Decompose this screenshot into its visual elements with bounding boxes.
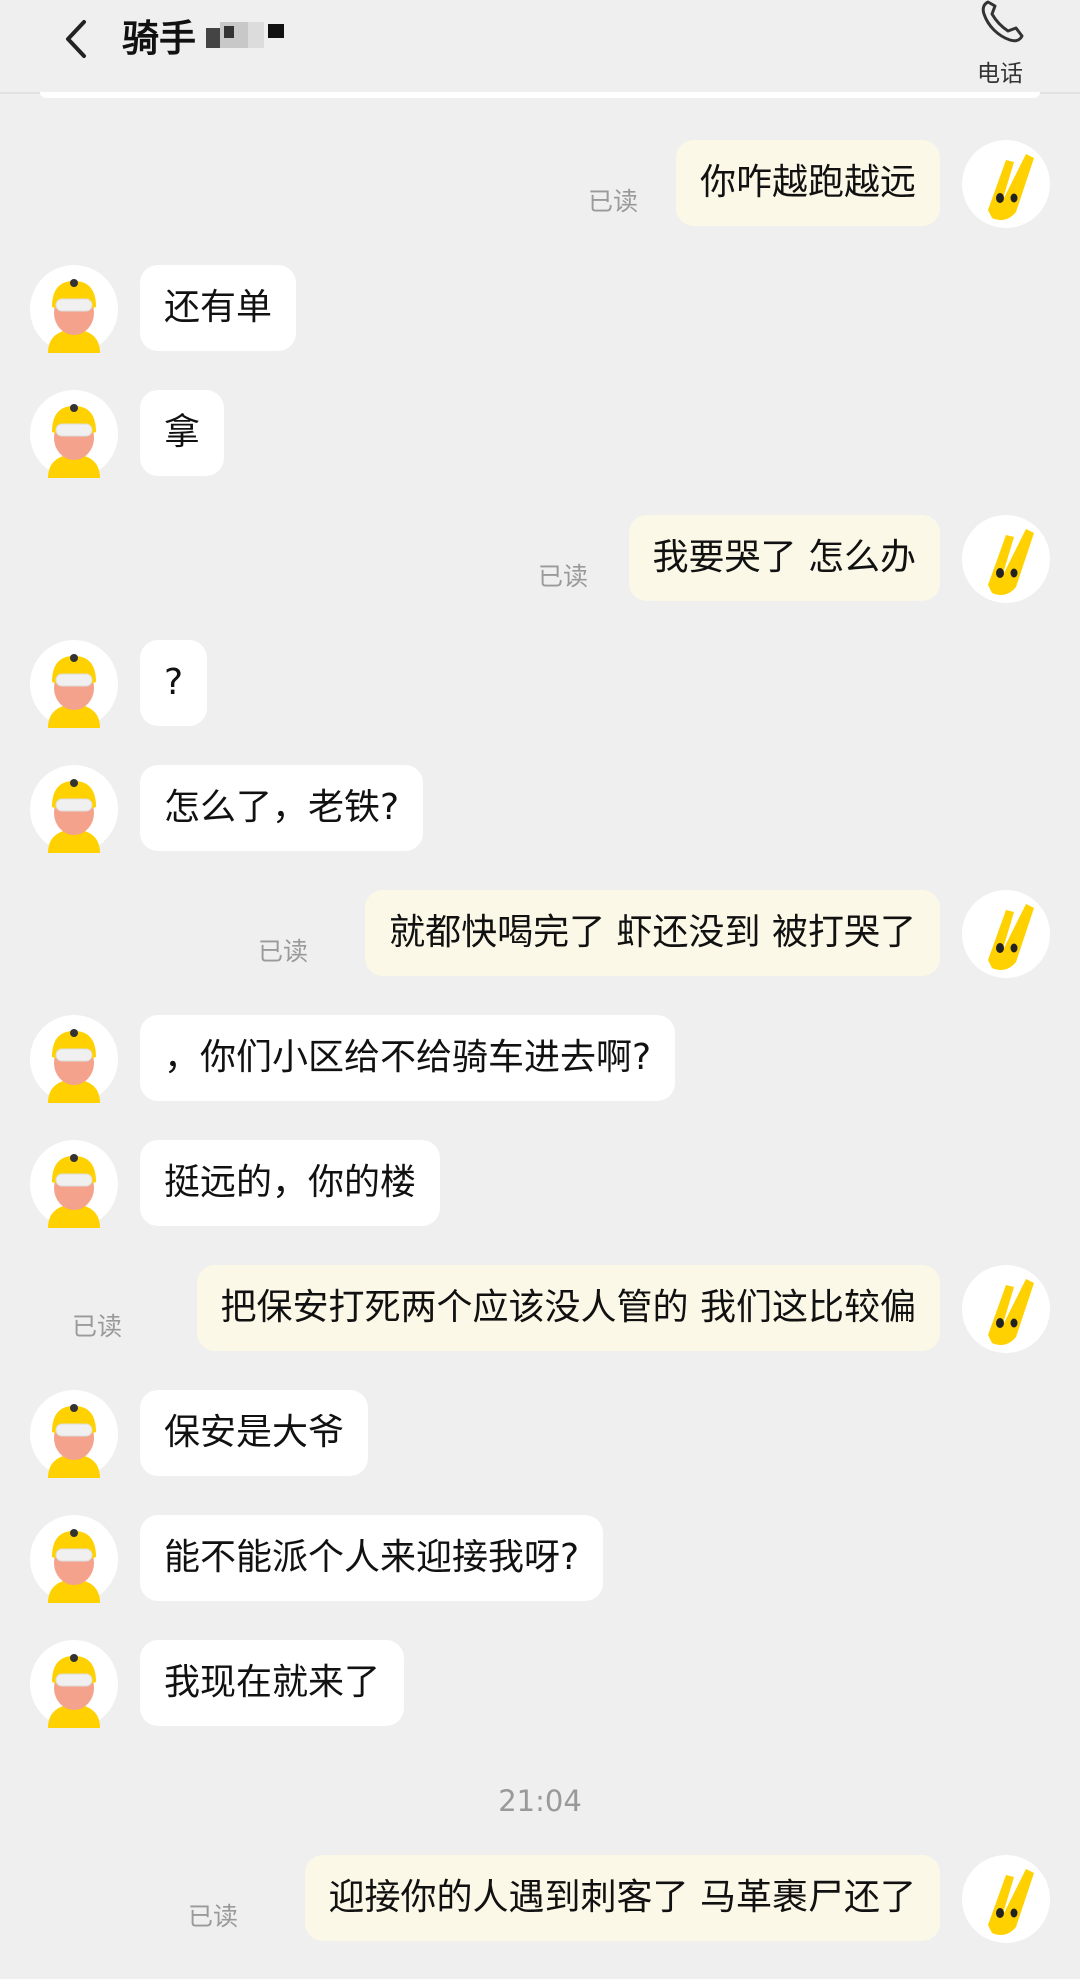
message-bubble[interactable]: 就都快喝完了 虾还没到 被打哭了 (365, 890, 940, 976)
rider-avatar[interactable] (30, 1015, 118, 1103)
phone-label: 电话 (977, 61, 1023, 87)
rider-avatar[interactable] (30, 1515, 118, 1603)
read-status: 已读 (538, 562, 589, 591)
message-incoming: ? (0, 640, 1080, 728)
message-incoming: 我现在就来了 (0, 1640, 1080, 1728)
message-timestamp: 21:04 (498, 1784, 582, 1818)
message-incoming: ，你们小区给不给骑车进去啊? (0, 1015, 1080, 1103)
message-bubble[interactable]: 还有单 (140, 265, 297, 351)
user-avatar[interactable] (962, 1855, 1050, 1943)
message-incoming: 怎么了，老铁? (0, 765, 1080, 853)
rider-avatar[interactable] (30, 1640, 118, 1728)
message-bubble[interactable]: 挺远的，你的楼 (140, 1140, 441, 1226)
message-bubble[interactable]: 我现在就来了 (140, 1640, 405, 1726)
rider-avatar[interactable] (30, 390, 118, 478)
chat-header: 骑手 电话 (0, 0, 1080, 94)
message-bubble[interactable]: 我要哭了 怎么办 (628, 515, 940, 601)
rider-avatar[interactable] (30, 640, 118, 728)
message-bubble[interactable]: ，你们小区给不给骑车进去啊? (140, 1015, 676, 1101)
message-bubble[interactable]: 能不能派个人来迎接我呀? (140, 1515, 604, 1601)
message-outgoing: 已读 就都快喝完了 虾还没到 被打哭了 (0, 890, 1080, 978)
name-mosaic (206, 22, 296, 48)
message-incoming: 能不能派个人来迎接我呀? (0, 1515, 1080, 1603)
message-bubble[interactable]: ? (140, 640, 208, 726)
header-sheet-edge (40, 92, 1040, 98)
message-outgoing: 已读 我要哭了 怎么办 (0, 515, 1080, 603)
user-avatar[interactable] (962, 1265, 1050, 1353)
message-incoming: 保安是大爷 (0, 1390, 1080, 1478)
message-outgoing: 已读 迎接你的人遇到刺客了 马革裹尸还了 (0, 1855, 1080, 1943)
read-status: 已读 (188, 1902, 239, 1931)
read-status: 已读 (72, 1312, 123, 1341)
user-avatar[interactable] (962, 140, 1050, 228)
message-incoming: 拿 (0, 390, 1080, 478)
message-bubble[interactable]: 你咋越跑越远 (675, 140, 940, 226)
rider-avatar[interactable] (30, 265, 118, 353)
message-bubble[interactable]: 迎接你的人遇到刺客了 马革裹尸还了 (304, 1855, 940, 1941)
rider-avatar[interactable] (30, 1140, 118, 1228)
message-outgoing: 已读 你咋越跑越远 (0, 140, 1080, 228)
message-incoming: 挺远的，你的楼 (0, 1140, 1080, 1228)
message-bubble[interactable]: 怎么了，老铁? (140, 765, 424, 851)
chat-title: 骑手 (122, 17, 196, 60)
message-incoming: 还有单 (0, 265, 1080, 353)
message-bubble[interactable]: 把保安打死两个应该没人管的 我们这比较偏 (196, 1265, 940, 1351)
read-status: 已读 (258, 937, 309, 966)
message-bubble[interactable]: 保安是大爷 (140, 1390, 369, 1476)
message-bubble[interactable]: 拿 (140, 390, 225, 476)
read-status: 已读 (588, 187, 639, 216)
message-outgoing: 已读 把保安打死两个应该没人管的 我们这比较偏 (0, 1265, 1080, 1353)
chevron-left-icon (66, 20, 86, 58)
rider-avatar[interactable] (30, 765, 118, 853)
phone-call-button[interactable]: 电话 (962, 0, 1038, 87)
phone-icon (981, 0, 1024, 43)
back-button[interactable] (52, 14, 102, 64)
user-avatar[interactable] (962, 890, 1050, 978)
user-avatar[interactable] (962, 515, 1050, 603)
rider-avatar[interactable] (30, 1390, 118, 1478)
